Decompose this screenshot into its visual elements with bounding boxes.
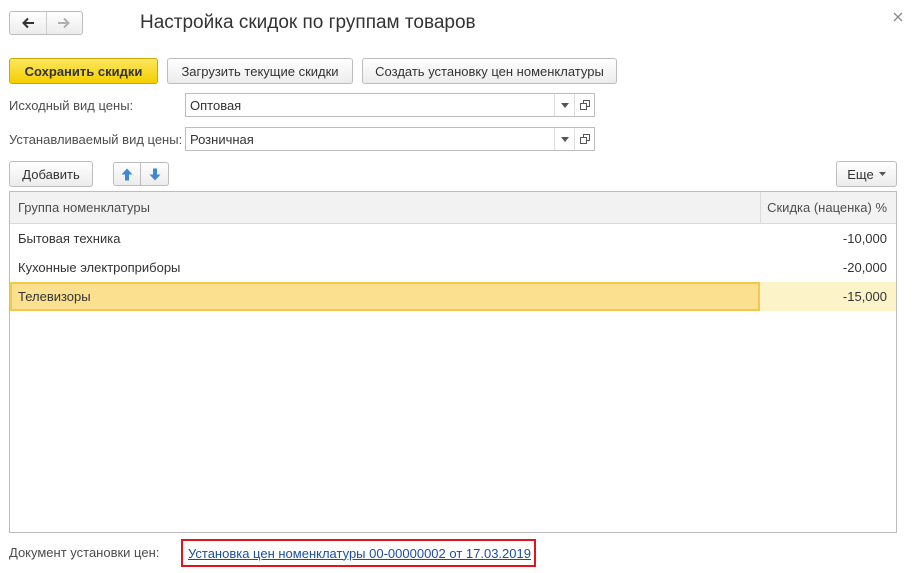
target-price-dropdown-button[interactable] (554, 128, 574, 150)
page-title: Настройка скидок по группам товаров (140, 12, 476, 33)
target-price-field[interactable]: Розничная (185, 127, 595, 151)
dropdown-arrow-icon (560, 136, 569, 142)
more-button-label: Еще (847, 166, 874, 182)
arrow-up-icon (121, 168, 133, 180)
table-row-selected[interactable]: Телевизоры -15,000 (10, 282, 896, 311)
dropdown-arrow-icon (560, 102, 569, 108)
cell-discount[interactable]: -10,000 (760, 224, 896, 253)
arrow-right-icon (58, 17, 71, 29)
source-price-field[interactable]: Оптовая (185, 93, 595, 117)
table-row[interactable]: Бытовая техника -10,000 (10, 224, 896, 253)
target-price-value[interactable]: Розничная (186, 128, 554, 150)
cell-group[interactable]: Кухонные электроприборы (10, 253, 760, 282)
column-header-group[interactable]: Группа номенклатуры (10, 192, 760, 223)
source-price-dropdown-button[interactable] (554, 94, 574, 116)
move-up-button[interactable] (113, 162, 141, 186)
target-price-label: Устанавливаемый вид цены: (9, 132, 183, 147)
nav-button-group (9, 11, 83, 35)
price-document-link[interactable]: Установка цен номенклатуры 00-00000002 о… (188, 546, 531, 561)
forward-button[interactable] (45, 12, 83, 34)
more-button[interactable]: Еще (836, 161, 897, 187)
source-price-label: Исходный вид цены: (9, 98, 134, 113)
save-discounts-button[interactable]: Сохранить скидки (9, 58, 158, 84)
cell-group[interactable]: Бытовая техника (10, 224, 760, 253)
cell-discount[interactable]: -15,000 (760, 282, 896, 311)
load-current-discounts-button[interactable]: Загрузить текущие скидки (167, 58, 353, 84)
discounts-table: Группа номенклатуры Скидка (наценка) % Б… (9, 191, 897, 533)
close-icon[interactable] (891, 10, 905, 24)
move-down-button[interactable] (141, 162, 169, 186)
price-document-highlight: Установка цен номенклатуры 00-00000002 о… (181, 539, 536, 567)
open-window-icon (579, 134, 590, 144)
source-price-open-button[interactable] (574, 94, 594, 116)
back-button[interactable] (10, 12, 46, 34)
add-button[interactable]: Добавить (9, 161, 93, 187)
table-row[interactable]: Кухонные электроприборы -20,000 (10, 253, 896, 282)
arrow-down-icon (149, 168, 160, 180)
source-price-value[interactable]: Оптовая (186, 94, 554, 116)
cell-discount[interactable]: -20,000 (760, 253, 896, 282)
price-document-label: Документ установки цен: (9, 545, 160, 560)
target-price-open-button[interactable] (574, 128, 594, 150)
cell-group[interactable]: Телевизоры (10, 282, 760, 311)
create-price-setting-button[interactable]: Создать установку цен номенклатуры (362, 58, 617, 84)
column-header-discount[interactable]: Скидка (наценка) % (760, 192, 896, 223)
arrow-left-icon (21, 17, 34, 29)
table-header: Группа номенклатуры Скидка (наценка) % (10, 192, 896, 224)
chevron-down-icon (878, 172, 886, 176)
open-window-icon (579, 100, 590, 110)
